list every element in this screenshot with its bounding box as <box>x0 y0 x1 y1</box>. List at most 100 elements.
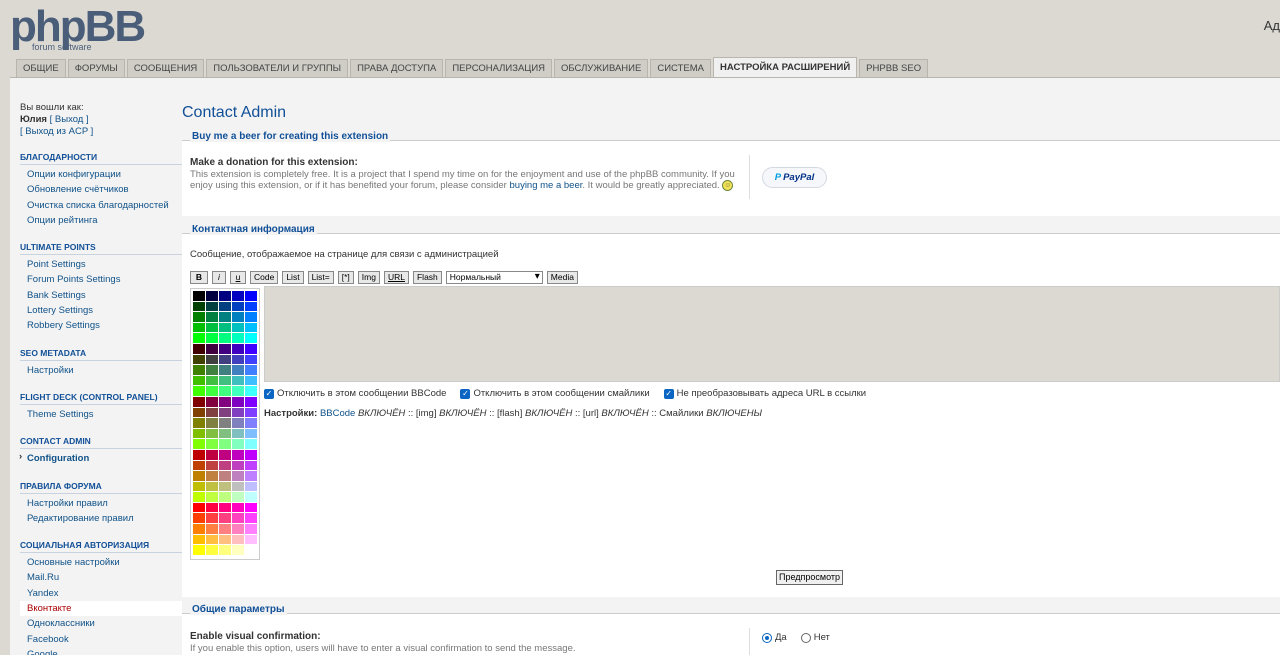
color-swatch[interactable] <box>193 333 205 343</box>
color-swatch[interactable] <box>245 524 257 534</box>
tab-7[interactable]: СИСТЕМА <box>650 59 711 77</box>
color-swatch[interactable] <box>245 407 257 418</box>
sidebar-item[interactable]: Forum Points Settings <box>20 272 184 287</box>
color-swatch[interactable] <box>232 460 244 471</box>
color-swatch[interactable] <box>193 386 205 396</box>
color-swatch[interactable] <box>232 428 244 439</box>
color-swatch[interactable] <box>245 365 257 375</box>
sidebar-item[interactable]: Theme Settings <box>20 407 184 422</box>
disable-urls-option[interactable]: ✓ Не преобразовывать адреса URL в ссылки <box>663 388 866 399</box>
color-swatch[interactable] <box>219 322 231 333</box>
color-swatch[interactable] <box>245 449 257 460</box>
color-swatch[interactable] <box>232 449 244 460</box>
font-size-select[interactable]: Нормальный <box>445 271 543 284</box>
color-swatch[interactable] <box>232 365 244 375</box>
color-swatch[interactable] <box>193 428 205 439</box>
color-swatch[interactable] <box>219 418 231 428</box>
color-swatch[interactable] <box>245 545 257 555</box>
color-swatch[interactable] <box>219 439 231 449</box>
color-swatch[interactable] <box>206 375 218 386</box>
color-swatch[interactable] <box>193 449 205 460</box>
color-swatch[interactable] <box>219 471 231 481</box>
sidebar-item[interactable]: Опции конфигурации <box>20 167 184 182</box>
color-swatch[interactable] <box>206 460 218 471</box>
color-swatch[interactable] <box>193 322 205 333</box>
buy-beer-link[interactable]: buying me a beer <box>510 180 583 191</box>
color-swatch[interactable] <box>245 492 257 502</box>
color-swatch[interactable] <box>245 386 257 396</box>
color-swatch[interactable] <box>219 545 231 555</box>
username[interactable]: Юлия <box>20 114 47 125</box>
sidebar-item[interactable]: Опции рейтинга <box>20 213 184 228</box>
disable-bbcode-option[interactable]: ✓ Отключить в этом сообщении BBCode <box>264 388 446 399</box>
color-swatch[interactable] <box>245 471 257 481</box>
color-swatch[interactable] <box>232 407 244 418</box>
sidebar-item[interactable]: Одноклассники <box>20 616 184 631</box>
sidebar-item[interactable]: Настройки правил <box>20 496 184 511</box>
sidebar-item[interactable]: Обновление счётчиков <box>20 182 184 197</box>
color-swatch[interactable] <box>193 534 205 545</box>
color-swatch[interactable] <box>206 428 218 439</box>
color-swatch[interactable] <box>232 301 244 312</box>
list-item-button[interactable]: [*] <box>337 271 354 284</box>
color-swatch[interactable] <box>245 312 257 322</box>
color-swatch[interactable] <box>206 396 218 407</box>
color-swatch[interactable] <box>232 386 244 396</box>
color-swatch[interactable] <box>193 439 205 449</box>
color-swatch[interactable] <box>193 365 205 375</box>
color-swatch[interactable] <box>219 333 231 343</box>
color-swatch[interactable] <box>193 481 205 492</box>
tab-1[interactable]: ФОРУМЫ <box>67 59 125 77</box>
tab-9[interactable]: PHPBB SEO <box>859 59 929 77</box>
color-swatch[interactable] <box>193 492 205 502</box>
sidebar-item[interactable]: Основные настройки <box>20 555 184 570</box>
color-swatch[interactable] <box>245 439 257 449</box>
color-swatch[interactable] <box>232 534 244 545</box>
vc-no-option[interactable]: Нет <box>800 632 830 643</box>
color-swatch[interactable] <box>206 449 218 460</box>
color-swatch[interactable] <box>245 343 257 354</box>
color-swatch[interactable] <box>219 354 231 365</box>
color-swatch[interactable] <box>219 492 231 502</box>
color-swatch[interactable] <box>206 492 218 502</box>
color-swatch[interactable] <box>219 343 231 354</box>
color-swatch[interactable] <box>193 291 205 301</box>
color-swatch[interactable] <box>206 386 218 396</box>
color-swatch[interactable] <box>206 534 218 545</box>
disable-urls-checkbox[interactable]: ✓ <box>663 388 674 399</box>
logout-link[interactable]: [ Выход ] <box>50 114 89 125</box>
color-swatch[interactable] <box>206 407 218 418</box>
color-swatch[interactable] <box>232 375 244 386</box>
sidebar-item[interactable]: Yandex <box>20 586 184 601</box>
color-swatch[interactable] <box>219 481 231 492</box>
color-swatch[interactable] <box>193 513 205 524</box>
color-swatch[interactable] <box>245 301 257 312</box>
color-swatch[interactable] <box>219 502 231 513</box>
color-swatch[interactable] <box>219 534 231 545</box>
color-swatch[interactable] <box>193 502 205 513</box>
url-button[interactable]: URL <box>383 271 409 284</box>
color-swatch[interactable] <box>245 502 257 513</box>
sidebar-item[interactable]: Robbery Settings <box>20 318 184 333</box>
color-swatch[interactable] <box>206 545 218 555</box>
sidebar-item[interactable]: Facebook <box>20 632 184 647</box>
color-swatch[interactable] <box>206 471 218 481</box>
list-button[interactable]: List <box>282 271 304 284</box>
color-swatch[interactable] <box>219 524 231 534</box>
color-swatch[interactable] <box>206 502 218 513</box>
color-swatch[interactable] <box>245 333 257 343</box>
color-swatch[interactable] <box>193 545 205 555</box>
tab-2[interactable]: СООБЩЕНИЯ <box>126 59 205 77</box>
color-swatch[interactable] <box>206 312 218 322</box>
sidebar-item[interactable]: Point Settings <box>20 257 184 272</box>
sidebar-item[interactable]: Очистка списка благодарностей <box>20 198 184 213</box>
sidebar-item[interactable]: Lottery Settings <box>20 303 184 318</box>
color-swatch[interactable] <box>206 291 218 301</box>
bold-button[interactable]: B <box>190 271 208 284</box>
color-swatch[interactable] <box>232 481 244 492</box>
header-user-link[interactable]: Ад <box>1264 18 1280 33</box>
vc-no-radio[interactable] <box>800 632 811 643</box>
code-button[interactable]: Code <box>250 271 279 284</box>
logout-acp-link[interactable]: [ Выход из ACP ] <box>20 126 184 138</box>
color-swatch[interactable] <box>232 545 244 555</box>
